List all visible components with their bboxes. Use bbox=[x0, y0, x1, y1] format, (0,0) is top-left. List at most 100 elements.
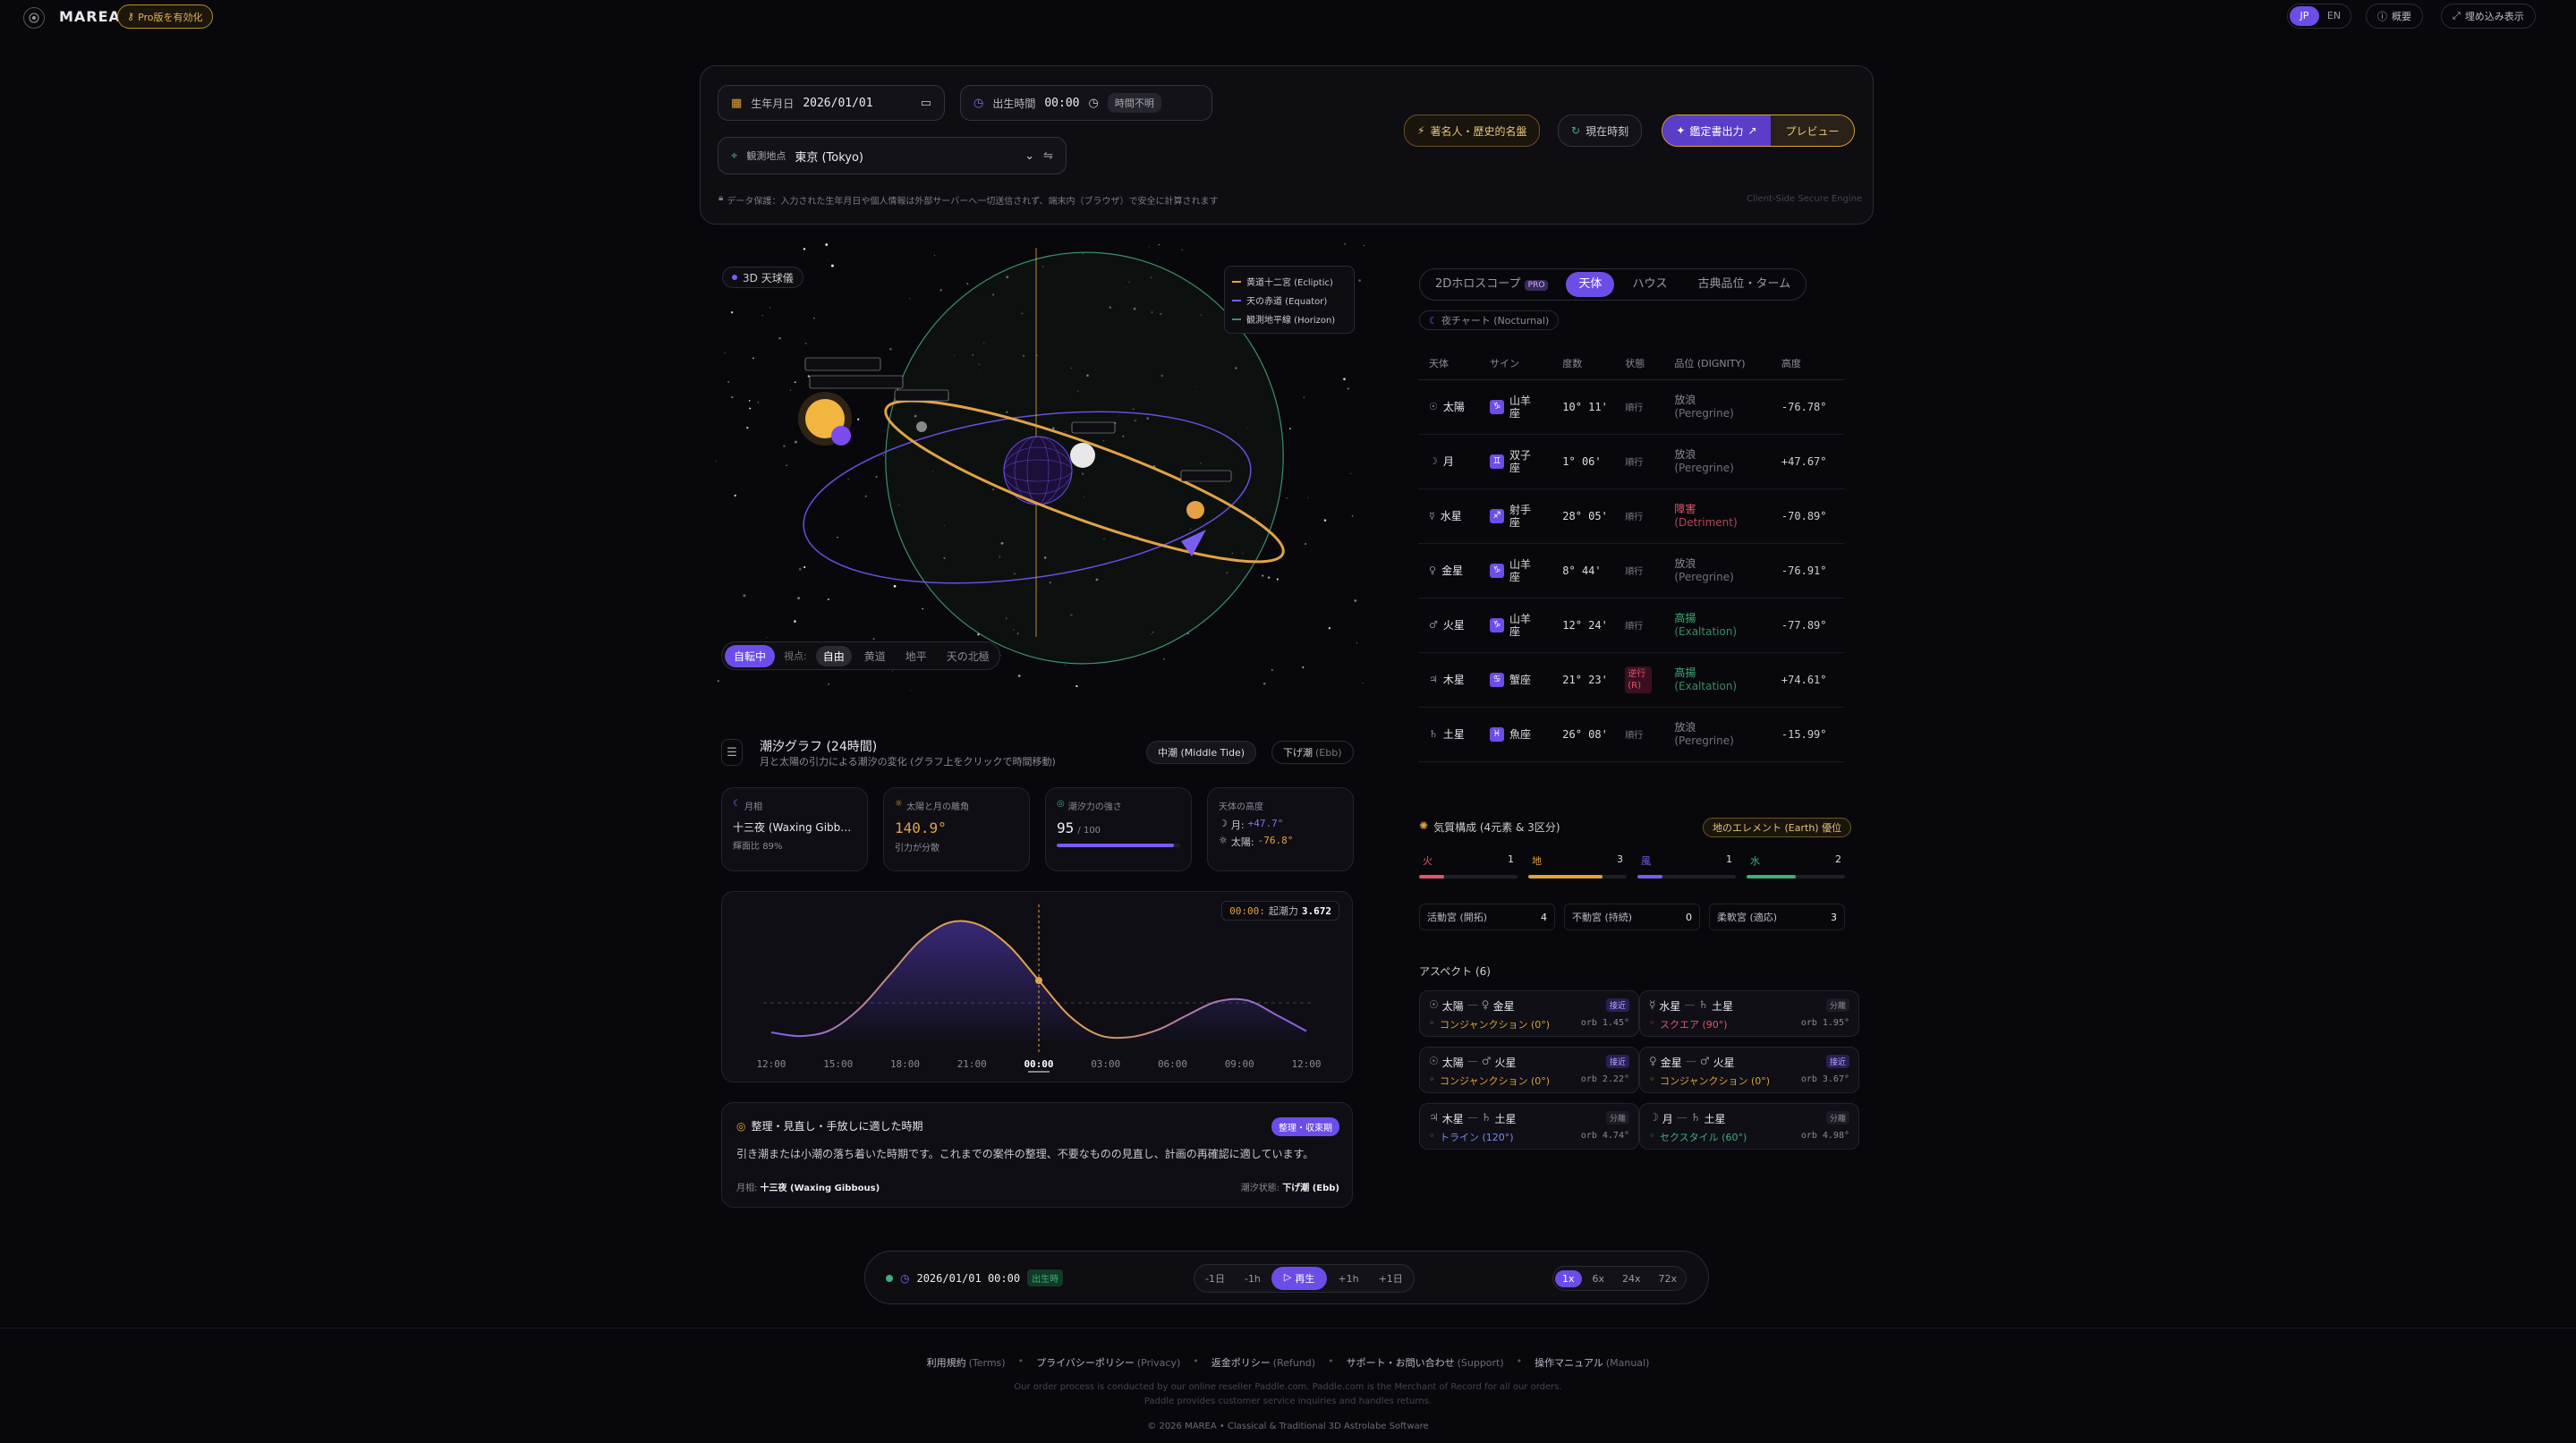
info-icon: ⓘ bbox=[2377, 11, 2387, 22]
cursor-dot bbox=[1035, 977, 1042, 984]
aspect-card[interactable]: ☽ 月 — ♄ 土星 分離 セクスタイル (60°) ◦ orb 4.98° bbox=[1639, 1103, 1859, 1150]
dignity-en: (Peregrine) bbox=[1674, 406, 1734, 420]
pro-activate-button[interactable]: ⚷ Pro版を有効化 bbox=[117, 4, 213, 29]
lang-jp[interactable]: JP bbox=[2290, 6, 2319, 26]
aspect-card[interactable]: ♀ 金星 — ♂ 火星 接近 コンジャンクション (0°) ◦ orb 3.67° bbox=[1639, 1047, 1859, 1093]
copyright: © 2026 MAREA • Classical & Traditional 3… bbox=[1147, 1422, 1429, 1431]
altitude-cell: -70.89° bbox=[1770, 488, 1844, 544]
playback-time: ◷ 2026/01/01 00:00 出生時 bbox=[886, 1269, 1064, 1286]
tab-horoscope[interactable]: 2Dホロスコープ PRO bbox=[1423, 272, 1560, 297]
planet-name: 金星 bbox=[1441, 564, 1464, 577]
dignity-cell: 障害 (Detriment) bbox=[1663, 488, 1771, 544]
sign-glyph-icon: ♑ bbox=[1490, 399, 1504, 414]
footer-link[interactable]: サポート・お問い合わせ (Support) bbox=[1347, 1355, 1504, 1370]
speed-option[interactable]: 72x bbox=[1652, 1270, 1685, 1287]
mode-cards: 活動宮 (開拓) 4 不動宮 (持続) 0 柔軟宮 (適応) 3 bbox=[1419, 904, 1854, 930]
column-header[interactable]: 高度 bbox=[1770, 347, 1844, 380]
time-unknown-button[interactable]: 時間不明 bbox=[1107, 93, 1161, 113]
rotate-toggle[interactable]: 自転中 bbox=[725, 644, 776, 667]
planet-row[interactable]: ☽ 月 ♊ 双子座 1° 06' 順行 放浪 (Peregrine) +47.67° bbox=[1418, 434, 1844, 489]
column-header[interactable]: 天体 bbox=[1418, 347, 1479, 380]
lang-en[interactable]: EN bbox=[2319, 6, 2349, 26]
column-header[interactable]: 度数 bbox=[1552, 347, 1615, 380]
tide-strength-card: ◎ 潮汐力の強さ 95 / 100 bbox=[1045, 787, 1192, 871]
planet-row[interactable]: ♂ 火星 ♑ 山羊座 12° 24' 順行 高揚 (Exaltation) -77.89° bbox=[1418, 598, 1844, 653]
calendar-picker-icon[interactable]: ▭ bbox=[921, 97, 931, 110]
view-option[interactable]: 黄道 bbox=[857, 646, 893, 666]
planet-row[interactable]: ♄ 土星 ♓ 魚座 26° 08' 順行 放浪 (Peregrine) -15.99° bbox=[1418, 707, 1844, 762]
moon-icon: ☽ bbox=[1219, 818, 1228, 829]
column-header[interactable]: サイン bbox=[1479, 347, 1552, 380]
legend-swatch bbox=[1232, 318, 1241, 320]
overview-button[interactable]: ⓘ 概要 bbox=[2366, 4, 2423, 29]
birthtime-value[interactable]: 00:00 bbox=[1044, 97, 1079, 110]
tab-dignity[interactable]: 古典品位・ターム bbox=[1685, 272, 1803, 297]
export-report-button[interactable]: ✦ 鑑定書出力 ↗ bbox=[1662, 115, 1771, 146]
footer-link[interactable]: 利用規約 (Terms) bbox=[927, 1355, 1006, 1370]
aspect-card[interactable]: ☿ 水星 — ♄ 土星 分離 スクエア (90°) ◦ orb 1.95° bbox=[1639, 990, 1859, 1037]
motion-state: 順行 bbox=[1625, 403, 1644, 413]
location-select[interactable]: 東京 (Tokyo) bbox=[795, 148, 863, 165]
plus-day-button[interactable]: +1日 bbox=[1370, 1271, 1412, 1286]
minus-day-button[interactable]: -1日 bbox=[1196, 1271, 1234, 1286]
birthdate-value[interactable]: 2026/01/01 bbox=[803, 97, 872, 110]
minus-hour-button[interactable]: -1h bbox=[1237, 1273, 1268, 1285]
speed-option[interactable]: 24x bbox=[1615, 1270, 1648, 1287]
tab-houses[interactable]: ハウス bbox=[1620, 272, 1679, 297]
aspect-card[interactable]: ☉ 太陽 — ♂ 火星 接近 コンジャンクション (0°) ◦ orb 2.22° bbox=[1419, 1047, 1639, 1093]
birthdate-field[interactable]: ▦ 生年月日 2026/01/01 ▭ bbox=[718, 85, 945, 121]
aspects-title: アスペクト (6) bbox=[1419, 965, 1491, 978]
view-controls: 自転中 視点: 自由 黄道 地平 天の北極 bbox=[721, 641, 1000, 670]
clock-icon: ◷ bbox=[973, 96, 984, 110]
view-option[interactable]: 自由 bbox=[815, 645, 852, 666]
element-count: 1 bbox=[1726, 853, 1732, 865]
export-group: ✦ 鑑定書出力 ↗ プレビュー bbox=[1662, 115, 1855, 147]
famous-people-button[interactable]: ⚡ 著名人・歴史的名盤 bbox=[1404, 115, 1541, 147]
coordinates-icon[interactable]: ⇋ bbox=[1043, 149, 1053, 163]
current-time-button[interactable]: ↻ 現在時刻 bbox=[1558, 115, 1643, 147]
view-option[interactable]: 地平 bbox=[898, 646, 934, 666]
planet-row[interactable]: ♀ 金星 ♑ 山羊座 8° 44' 順行 放浪 (Peregrine) -76.91° bbox=[1418, 543, 1844, 598]
speed-option[interactable]: 6x bbox=[1586, 1270, 1612, 1287]
tide-chart-card[interactable]: 12:00 15:00 18:00 21:00 00:00 03:00 06:00 09:00… bbox=[721, 891, 1353, 1082]
preview-button[interactable]: プレビュー bbox=[1770, 115, 1854, 146]
tide-chart[interactable]: 12:00 15:00 18:00 21:00 00:00 03:00 06:00 09:00… bbox=[722, 892, 1354, 1083]
footer-link[interactable]: 操作マニュアル (Manual) bbox=[1535, 1355, 1649, 1370]
aspect-card[interactable]: ♃ 木星 — ♄ 土星 分離 トライン (120°) ◦ orb 4.74° bbox=[1419, 1103, 1639, 1150]
planet-row[interactable]: ☉ 太陽 ♑ 山羊座 10° 11' 順行 放浪 (Peregrine) -76.78° bbox=[1418, 379, 1844, 435]
language-switch[interactable]: JP EN bbox=[2287, 4, 2351, 29]
x-tick-label: 00:00 bbox=[1024, 1058, 1053, 1070]
motion-state: 逆行 (R) bbox=[1625, 666, 1653, 693]
column-header[interactable]: 状態 bbox=[1614, 347, 1664, 380]
sign-glyph-icon: ♐ bbox=[1490, 508, 1504, 523]
app-logo bbox=[23, 7, 45, 29]
x-tick-label: 21:00 bbox=[957, 1058, 987, 1070]
planet-cell: ☿ 水星 bbox=[1418, 488, 1479, 544]
sphere-badge: 3D 天球儀 bbox=[722, 267, 803, 288]
column-header[interactable]: 品位 (DIGNITY) bbox=[1663, 347, 1771, 380]
sign-cell: ♊ 双子座 bbox=[1479, 434, 1552, 489]
footer-link[interactable]: 返金ポリシー (Refund) bbox=[1211, 1355, 1315, 1370]
footer-link[interactable]: プライバシーポリシー (Privacy) bbox=[1036, 1355, 1180, 1370]
planet-row[interactable]: ☿ 水星 ♐ 射手座 28° 05' 順行 障害 (Detriment) -70.89° bbox=[1418, 488, 1844, 544]
aspect-card[interactable]: ☉ 太陽 — ♀ 金星 接近 コンジャンクション (0°) ◦ orb 1.45° bbox=[1419, 990, 1639, 1037]
location-field[interactable]: ⌖ 観測地点 東京 (Tokyo) ⌄ ⇋ bbox=[718, 137, 1067, 174]
element-card: 火1 bbox=[1419, 853, 1518, 886]
embed-button[interactable]: ⤢ 埋め込み表示 bbox=[2441, 4, 2536, 29]
x-tick-label: 12:00 bbox=[756, 1058, 786, 1070]
time-picker-icon[interactable]: ◷ bbox=[1089, 97, 1099, 110]
play-button[interactable]: ▷ 再生 bbox=[1271, 1267, 1328, 1290]
tab-planets[interactable]: 天体 bbox=[1566, 272, 1615, 297]
chevron-down-icon[interactable]: ⌄ bbox=[1024, 149, 1034, 163]
moon-phase-card: ☾ 月相 十三夜 (Waxing Gibb… 輝面比 89% bbox=[721, 787, 868, 871]
aspect-type: コンジャンクション (0°) bbox=[1660, 1075, 1771, 1087]
degree-cell: 10° 11' bbox=[1552, 379, 1615, 435]
birthtime-field[interactable]: ◷ 出生時間 00:00 ◷ 時間不明 bbox=[960, 85, 1212, 121]
view-option[interactable]: 天の北極 bbox=[939, 646, 997, 666]
advice-badge: 整理・収束期 bbox=[1271, 1117, 1339, 1136]
dignity-label: 放浪 bbox=[1674, 447, 1696, 461]
altitude-cell: -76.91° bbox=[1770, 543, 1844, 598]
speed-option[interactable]: 1x bbox=[1555, 1269, 1582, 1287]
plus-hour-button[interactable]: +1h bbox=[1331, 1273, 1365, 1285]
planet-row[interactable]: ♃ 木星 ♋ 蟹座 21° 23' 逆行 (R) 高揚 (Exaltation) +74.61° bbox=[1418, 652, 1844, 708]
